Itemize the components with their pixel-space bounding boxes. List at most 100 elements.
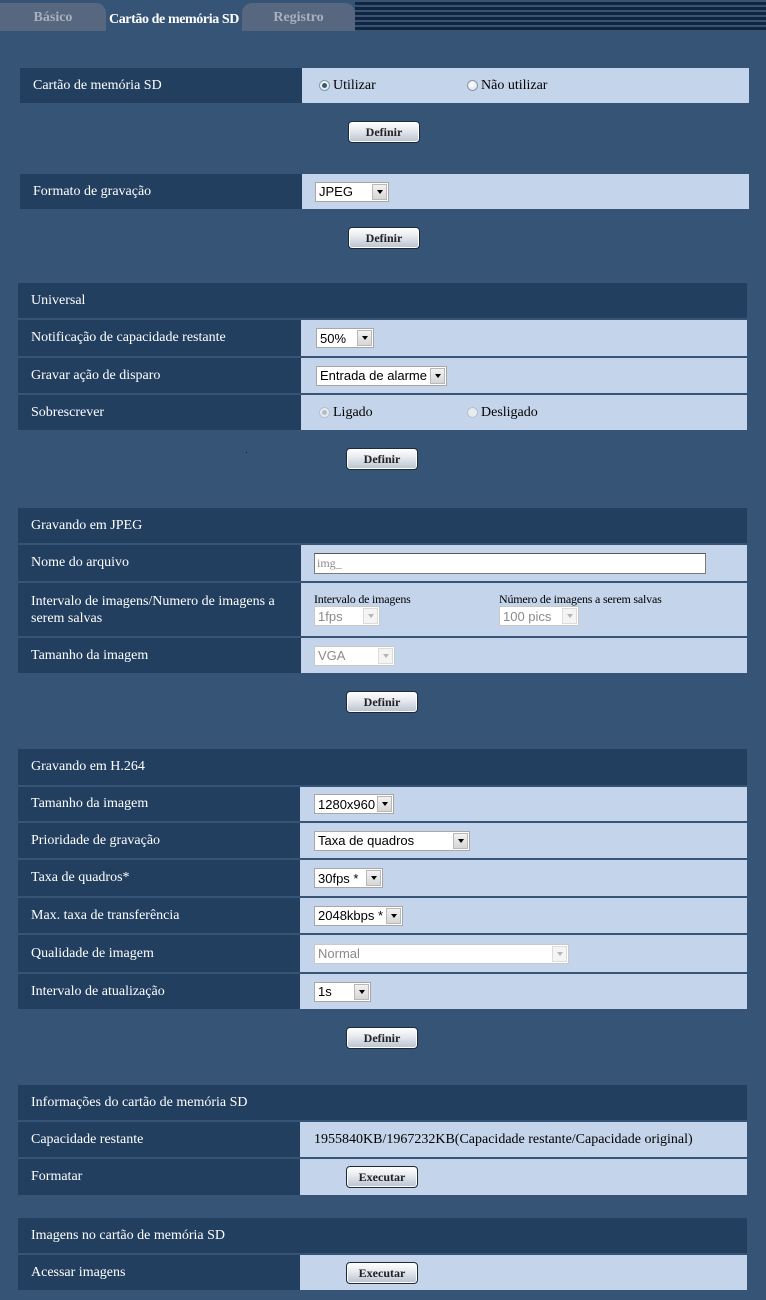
jpeg-image-size-cell: VGA: [301, 638, 747, 673]
access-images-execute-button[interactable]: Executar: [346, 1262, 418, 1284]
remaining-capacity-label: Capacidade restante: [18, 1122, 300, 1157]
sd-card-options: Utilizar Não utilizar: [302, 68, 749, 103]
remaining-capacity-row: Capacidade restante 1955840KB/1967232KB(…: [18, 1122, 747, 1157]
quality-select[interactable]: Normal: [314, 943, 569, 964]
access-images-label: Acessar imagens: [18, 1255, 300, 1290]
refresh-interval-cell: 1s: [300, 974, 747, 1009]
chevron-down-icon[interactable]: [366, 870, 381, 886]
chevron-down-icon[interactable]: [363, 608, 378, 624]
trigger-action-value: Entrada de alarme: [320, 368, 427, 383]
artifact-dot: [246, 452, 247, 453]
radio-nao-utilizar-indicator[interactable]: [467, 80, 478, 91]
radio-ligado-label: Ligado: [333, 404, 373, 420]
tab-cartao-memoria-sd[interactable]: Cartão de memória SD: [106, 0, 242, 31]
chevron-down-icon[interactable]: [354, 983, 369, 1000]
radio-ligado[interactable]: Ligado: [319, 405, 467, 421]
tab-bar-decoration: [355, 0, 766, 31]
tab-basico[interactable]: Básico: [0, 3, 106, 31]
chevron-down-icon[interactable]: [552, 945, 567, 962]
radio-nao-utilizar[interactable]: Não utilizar: [467, 78, 547, 94]
remaining-notification-value: 50%: [320, 330, 347, 346]
file-name-cell: [301, 545, 747, 581]
quality-label: Qualidade de imagem: [18, 935, 300, 972]
universal-set-button[interactable]: Definir: [346, 448, 418, 470]
chevron-down-icon[interactable]: [378, 647, 393, 664]
image-interval-select[interactable]: 1fps: [314, 606, 380, 626]
jpeg-set-button[interactable]: Definir: [346, 691, 418, 713]
image-count-value: 100 pics: [503, 608, 552, 624]
frame-rate-cell: 30fps *: [300, 860, 747, 896]
priority-cell: Taxa de quadros: [300, 823, 747, 858]
quality-value: Normal: [318, 946, 360, 961]
h264-image-size-value: 1280x960: [318, 796, 376, 812]
interval-group: Intervalo de imagens 1fps Número de imag…: [314, 593, 662, 626]
radio-utilizar-indicator[interactable]: [319, 80, 330, 91]
trigger-action-cell: Entrada de alarme: [301, 358, 747, 393]
universal-header: Universal: [18, 283, 747, 318]
file-name-input[interactable]: [314, 552, 706, 574]
record-format-select[interactable]: JPEG: [315, 181, 389, 202]
h264-image-size-row: Tamanho da imagem 1280x960: [18, 787, 747, 821]
frame-rate-label: Taxa de quadros*: [18, 860, 300, 896]
chevron-down-icon[interactable]: [453, 832, 468, 849]
record-format-value-cell: JPEG: [302, 174, 749, 209]
chevron-down-icon[interactable]: [562, 608, 577, 624]
quality-row: Qualidade de imagem Normal: [18, 935, 747, 972]
radio-utilizar[interactable]: Utilizar: [319, 78, 467, 94]
sd-card-set-button[interactable]: Definir: [348, 121, 420, 143]
jpeg-image-size-value: VGA: [318, 648, 346, 663]
frame-rate-row: Taxa de quadros* 30fps *: [18, 860, 747, 896]
sd-info-header: Informações do cartão de memória SD: [18, 1085, 747, 1120]
h264-header: Gravando em H.264: [18, 749, 747, 785]
priority-select[interactable]: Taxa de quadros: [314, 830, 470, 851]
chevron-down-icon[interactable]: [430, 367, 445, 384]
priority-row: Prioridade de gravação Taxa de quadros: [18, 823, 747, 858]
chevron-down-icon[interactable]: [386, 907, 401, 924]
file-name-row: Nome do arquivo: [18, 545, 747, 581]
h264-image-size-select[interactable]: 1280x960: [314, 794, 394, 814]
trigger-action-label: Gravar ação de disparo: [18, 358, 301, 393]
jpeg-image-size-row: Tamanho da imagem VGA: [18, 638, 747, 673]
image-count-select[interactable]: 100 pics: [499, 606, 579, 626]
file-name-label: Nome do arquivo: [18, 545, 301, 581]
overwrite-options: Ligado Desligado: [301, 395, 747, 430]
image-interval-label: Intervalo de imagens: [314, 592, 411, 606]
sd-images-header: Imagens no cartão de memória SD: [18, 1218, 747, 1253]
format-execute-button[interactable]: Executar: [346, 1166, 418, 1188]
chevron-down-icon[interactable]: [372, 183, 387, 200]
frame-rate-select[interactable]: 30fps *: [314, 868, 383, 888]
record-format-set-button[interactable]: Definir: [348, 227, 420, 249]
jpeg-image-size-label: Tamanho da imagem: [18, 638, 301, 673]
radio-utilizar-label: Utilizar: [333, 77, 376, 93]
radio-ligado-indicator[interactable]: [319, 407, 330, 418]
remaining-notification-select[interactable]: 50%: [316, 328, 374, 348]
radio-desligado[interactable]: Desligado: [467, 405, 538, 421]
trigger-action-select[interactable]: Entrada de alarme: [316, 365, 447, 386]
record-format-select-value: JPEG: [319, 184, 353, 199]
max-bitrate-select[interactable]: 2048kbps *: [314, 905, 403, 926]
chevron-down-icon[interactable]: [357, 330, 372, 346]
radio-nao-utilizar-label: Não utilizar: [481, 77, 548, 93]
refresh-interval-value: 1s: [318, 984, 332, 999]
max-bitrate-value: 2048kbps *: [318, 908, 384, 923]
jpeg-image-size-select[interactable]: VGA: [314, 645, 395, 666]
tab-registro[interactable]: Registro: [242, 3, 355, 31]
priority-label: Prioridade de gravação: [18, 823, 300, 858]
frame-rate-value: 30fps *: [318, 870, 359, 886]
max-bitrate-label: Max. taxa de transferência: [18, 898, 300, 933]
refresh-interval-label: Intervalo de atualização: [18, 974, 300, 1009]
refresh-interval-select[interactable]: 1s: [314, 981, 371, 1002]
image-count-group: Número de imagens a serem salvas 100 pic…: [499, 593, 662, 626]
radio-desligado-indicator[interactable]: [467, 407, 478, 418]
remaining-notification-cell: 50%: [301, 320, 747, 356]
overwrite-row: Sobrescrever Ligado Desligado: [18, 395, 747, 430]
remaining-notification-label: Notificação de capacidade restante: [18, 320, 301, 356]
overwrite-label: Sobrescrever: [18, 395, 301, 430]
h264-image-size-cell: 1280x960: [300, 787, 747, 821]
image-interval-group: Intervalo de imagens 1fps: [314, 593, 499, 626]
chevron-down-icon[interactable]: [377, 796, 392, 812]
record-format-row: Formato de gravação JPEG: [20, 174, 749, 209]
remaining-capacity-value: 1955840KB/1967232KB(Capacidade restante/…: [300, 1122, 747, 1157]
trigger-action-row: Gravar ação de disparo Entrada de alarme: [18, 358, 747, 393]
h264-set-button[interactable]: Definir: [346, 1027, 418, 1049]
